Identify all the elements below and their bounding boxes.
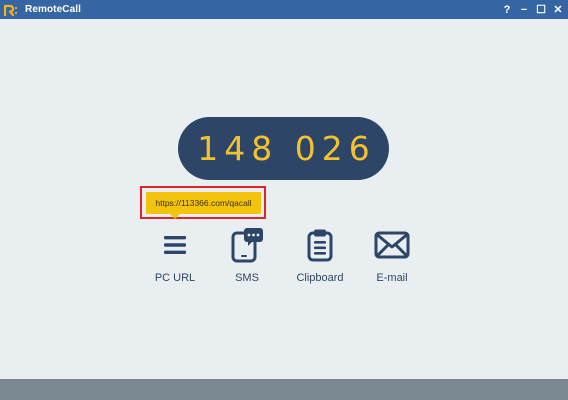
close-button[interactable]: ✕ xyxy=(550,0,566,19)
connection-code: 148 026 xyxy=(197,129,376,168)
share-clipboard-label: Clipboard xyxy=(296,272,344,284)
help-button[interactable]: ? xyxy=(499,0,515,19)
share-pc-url-label: PC URL xyxy=(154,272,196,284)
window-controls: ? − ☐ ✕ xyxy=(498,0,566,19)
maximize-button[interactable]: ☐ xyxy=(533,0,549,19)
share-sms-label: SMS xyxy=(235,272,259,284)
share-email-label: E-mail xyxy=(376,272,408,284)
share-pc-url-button[interactable]: PC URL xyxy=(140,227,210,287)
minimize-button[interactable]: − xyxy=(516,0,532,19)
url-tooltip-text: https://113366.com/qacall xyxy=(155,198,252,208)
share-clipboard-button[interactable]: Clipboard xyxy=(285,227,355,287)
clipboard-icon xyxy=(302,227,338,263)
share-sms-button[interactable]: SMS xyxy=(212,227,282,287)
share-email-button[interactable]: E-mail xyxy=(357,227,427,287)
connection-code-display: 148 026 xyxy=(178,117,389,180)
envelope-icon xyxy=(374,227,410,263)
menu-icon xyxy=(157,227,193,263)
window-title: RemoteCall xyxy=(25,4,82,15)
remotecall-logo-icon xyxy=(4,4,18,16)
footer-bar xyxy=(0,379,568,400)
sms-phone-icon xyxy=(229,227,265,263)
remotecall-window: RemoteCall ? − ☐ ✕ 148 026 https://11336… xyxy=(0,0,568,400)
title-bar[interactable]: RemoteCall ? − ☐ ✕ xyxy=(0,0,568,19)
url-tooltip: https://113366.com/qacall xyxy=(146,192,261,214)
tooltip-arrow xyxy=(170,214,180,219)
